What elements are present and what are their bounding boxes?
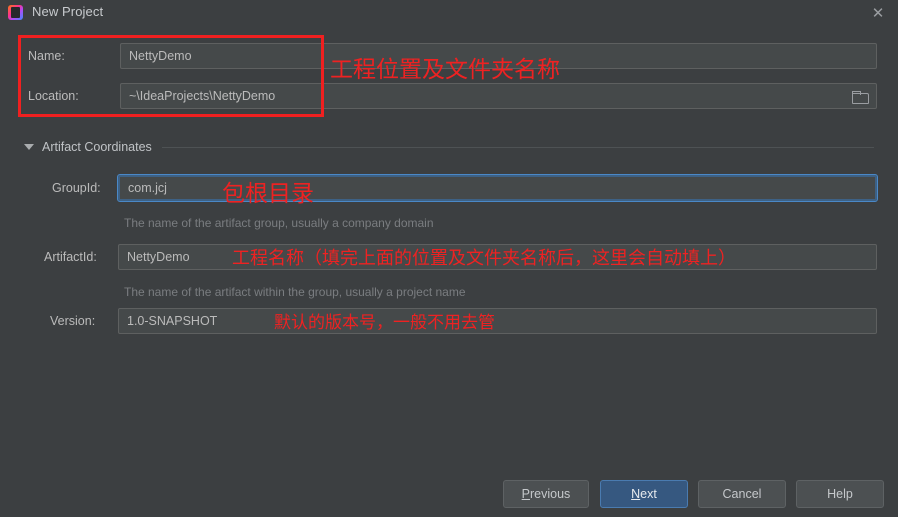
cancel-button[interactable]: Cancel xyxy=(698,480,786,508)
name-input-value: NettyDemo xyxy=(129,49,192,63)
artifactid-label: ArtifactId: xyxy=(44,250,97,264)
chevron-down-icon xyxy=(24,144,34,150)
next-button-label: ext xyxy=(640,487,657,501)
groupid-label: GroupId: xyxy=(52,181,101,195)
annotation-version: 默认的版本号，一般不用去管 xyxy=(274,313,495,333)
version-label: Version: xyxy=(50,314,96,328)
title-bar: New Project ✕ xyxy=(0,0,898,26)
location-input[interactable]: ~\IdeaProjects\NettyDemo xyxy=(120,83,877,109)
groupid-input-value: com.jcj xyxy=(128,181,167,195)
location-label: Location: xyxy=(28,89,79,103)
section-title: Artifact Coordinates xyxy=(42,140,152,154)
browse-folder-button[interactable] xyxy=(844,86,874,106)
artifact-coordinates-section-toggle[interactable]: Artifact Coordinates xyxy=(24,138,874,156)
previous-button-mnemonic: P xyxy=(521,487,531,501)
previous-button-label: revious xyxy=(530,487,571,501)
next-button-mnemonic: N xyxy=(631,487,641,501)
annotation-groupid: 包根目录 xyxy=(222,181,314,207)
previous-button[interactable]: Previous xyxy=(503,480,589,508)
version-input[interactable]: 1.0-SNAPSHOT xyxy=(118,308,877,334)
annotation-location-name: 工程位置及文件夹名称 xyxy=(330,57,560,83)
annotation-artifactid: 工程名称（填完上面的位置及文件夹名称后，这里会自动填上） xyxy=(232,248,736,269)
artifactid-hint: The name of the artifact within the grou… xyxy=(124,285,466,299)
location-input-value: ~\IdeaProjects\NettyDemo xyxy=(129,89,276,103)
intellij-idea-icon xyxy=(8,5,23,20)
groupid-hint: The name of the artifact group, usually … xyxy=(124,216,434,230)
help-button[interactable]: Help xyxy=(796,480,884,508)
folder-icon xyxy=(851,90,869,104)
artifactid-input-value: NettyDemo xyxy=(127,250,190,264)
section-divider xyxy=(161,146,874,148)
name-label: Name: xyxy=(28,49,65,63)
close-icon[interactable]: ✕ xyxy=(868,3,888,23)
version-input-value: 1.0-SNAPSHOT xyxy=(127,314,218,328)
new-project-dialog: New Project ✕ Name: NettyDemo Location: … xyxy=(0,0,898,517)
next-button[interactable]: Next xyxy=(600,480,688,508)
window-title: New Project xyxy=(32,4,104,19)
